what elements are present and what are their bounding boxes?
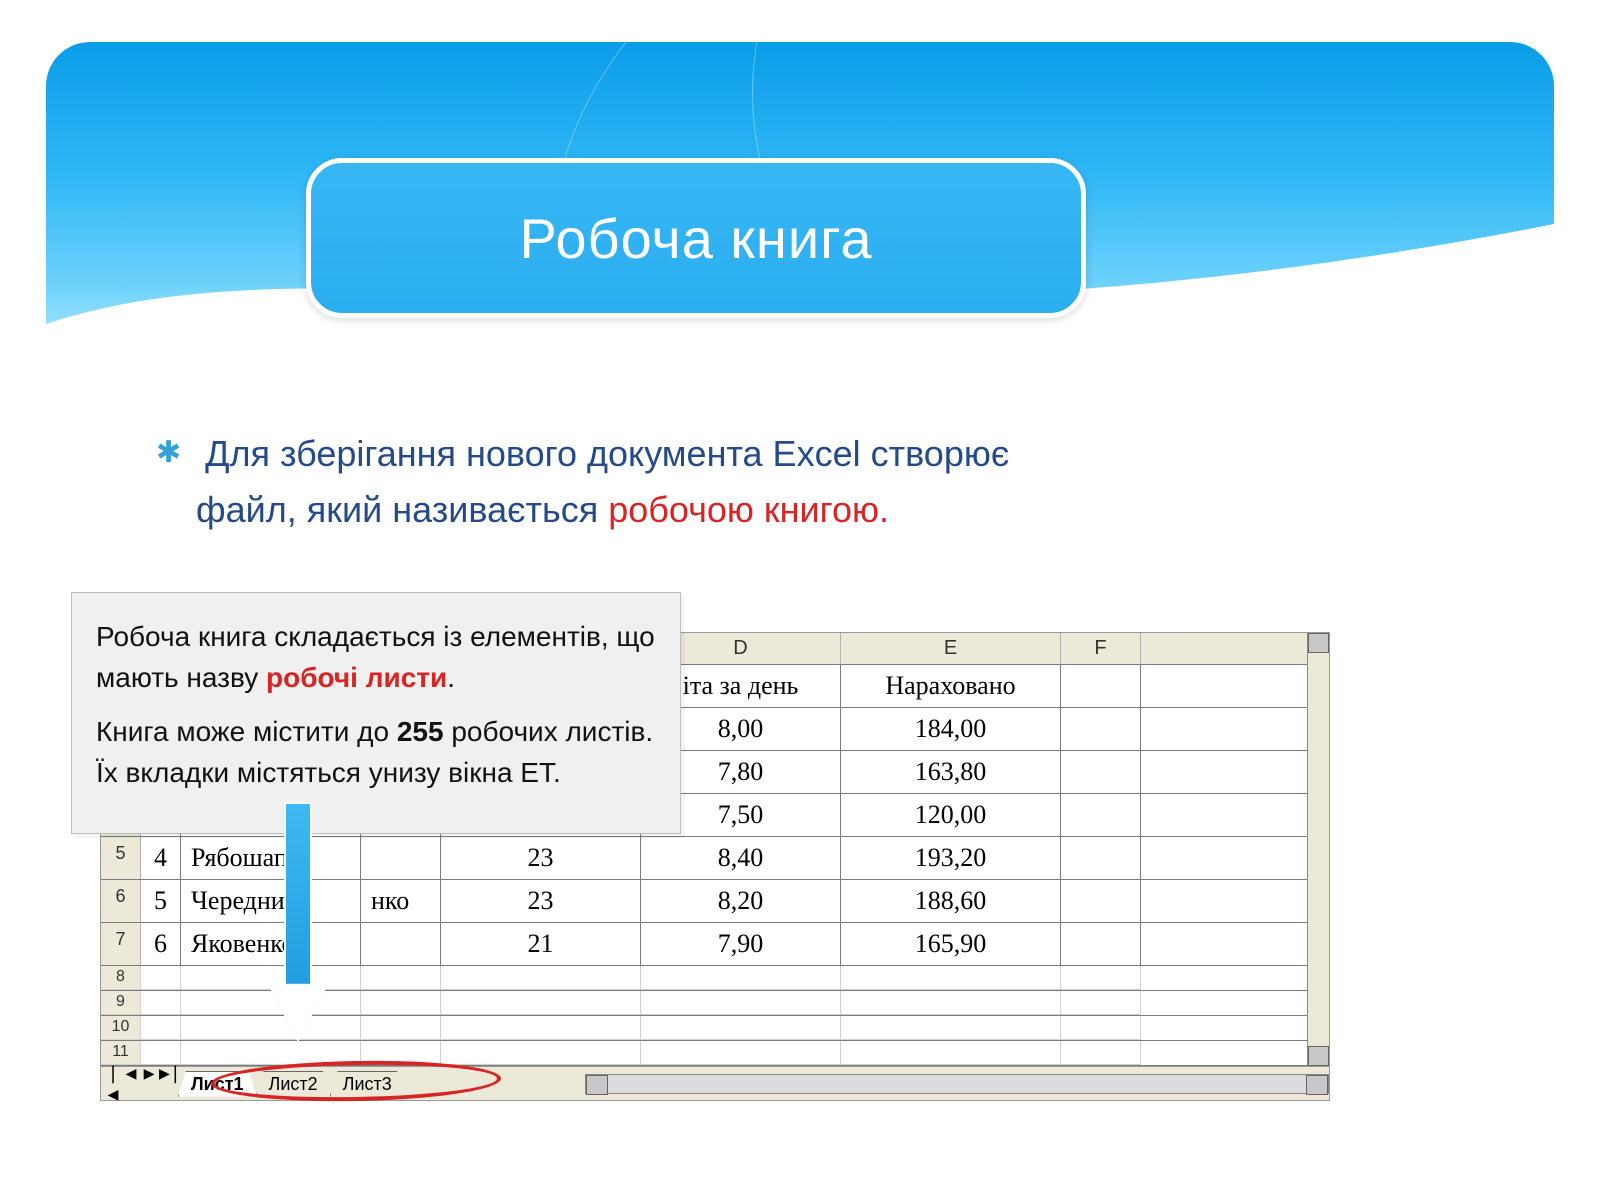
- title-pill: Робоча книга: [306, 158, 1086, 318]
- page-title: Робоча книга: [520, 206, 873, 271]
- callout-p2: Книга може містити до 255 робочих листів…: [96, 712, 656, 793]
- callout-p1: Робоча книга складається із елементів, щ…: [96, 617, 656, 698]
- body-paragraph: ✱ Для зберігання нового документа Excel …: [156, 426, 1464, 538]
- sheet-tab-3[interactable]: Лист3: [330, 1071, 405, 1097]
- callout-box: Робоча книга складається із елементів, щ…: [71, 592, 681, 834]
- tab-nav-buttons[interactable]: |◀ ◀ ▶ ▶|: [101, 1063, 179, 1105]
- body-line1: Для зберігання нового документа Excel ст…: [205, 433, 1009, 474]
- scroll-up-icon[interactable]: [1308, 633, 1329, 653]
- nav-first-icon[interactable]: |◀: [105, 1063, 121, 1105]
- nav-last-icon[interactable]: ▶|: [159, 1063, 175, 1105]
- slide: Робоча книга ✱ Для зберігання нового док…: [46, 42, 1554, 1158]
- col-h-e: E: [841, 633, 1061, 664]
- scroll-down-icon[interactable]: [1308, 1046, 1329, 1066]
- arrow-shaft: [284, 802, 312, 992]
- horizontal-scrollbar[interactable]: [585, 1074, 1329, 1094]
- body-line2-red: робочою книгою.: [608, 489, 889, 530]
- sheet-tab-2[interactable]: Лист2: [256, 1071, 331, 1097]
- nav-next-icon[interactable]: ▶: [141, 1063, 157, 1105]
- bullet-icon: ✱: [156, 436, 181, 469]
- sheet-tab-bar: |◀ ◀ ▶ ▶| Лист1 Лист2 Лист3: [101, 1066, 1329, 1100]
- pointer-arrow: [270, 802, 326, 1052]
- body-line2-pre: файл, який називається: [196, 489, 608, 530]
- vertical-scrollbar[interactable]: [1307, 633, 1329, 1066]
- nav-prev-icon[interactable]: ◀: [123, 1063, 139, 1105]
- col-h-f: F: [1061, 633, 1141, 664]
- sheet-tab-1[interactable]: Лист1: [178, 1071, 257, 1097]
- arrow-head-icon: [270, 988, 326, 1042]
